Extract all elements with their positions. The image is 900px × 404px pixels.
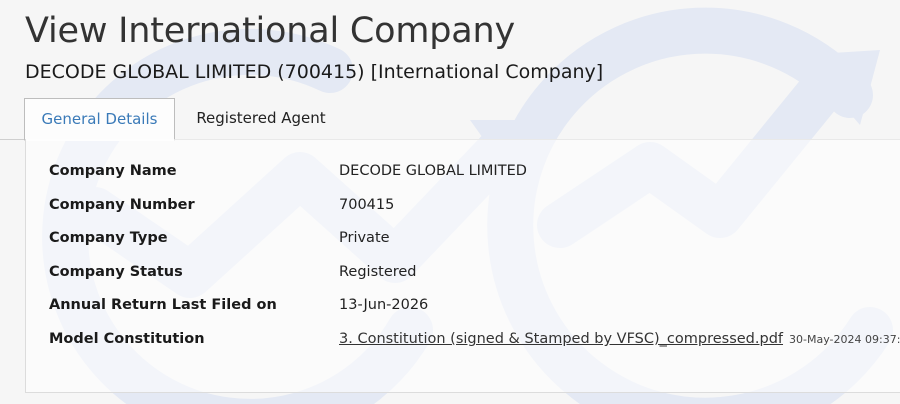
company-number-label: Company Number xyxy=(49,197,195,213)
general-details-panel: Company Name DECODE GLOBAL LIMITED Compa… xyxy=(25,139,900,393)
company-status-label: Company Status xyxy=(49,264,183,280)
constitution-document-timestamp: 30-May-2024 09:37:01 xyxy=(789,333,900,346)
page-subtitle: DECODE GLOBAL LIMITED (700415) [Internat… xyxy=(25,61,604,83)
annual-return-value: 13-Jun-2026 xyxy=(339,297,429,313)
company-type-label: Company Type xyxy=(49,230,168,246)
page: View International Company DECODE GLOBAL… xyxy=(0,0,900,404)
model-constitution-value: 3. Constitution (signed & Stamped by VFS… xyxy=(339,328,900,351)
company-status-value: Registered xyxy=(339,264,417,280)
annual-return-label: Annual Return Last Filed on xyxy=(49,297,277,313)
tab-registered-agent[interactable]: Registered Agent xyxy=(186,98,336,138)
constitution-document-link[interactable]: 3. Constitution (signed & Stamped by VFS… xyxy=(339,331,783,347)
company-name-value: DECODE GLOBAL LIMITED xyxy=(339,163,527,179)
model-constitution-label: Model Constitution xyxy=(49,331,205,347)
company-type-value: Private xyxy=(339,230,390,246)
tab-general-details[interactable]: General Details xyxy=(24,98,175,141)
company-number-value: 700415 xyxy=(339,197,395,213)
company-name-label: Company Name xyxy=(49,163,177,179)
tab-bar: General Details Registered Agent xyxy=(0,98,900,141)
page-title: View International Company xyxy=(25,11,515,51)
